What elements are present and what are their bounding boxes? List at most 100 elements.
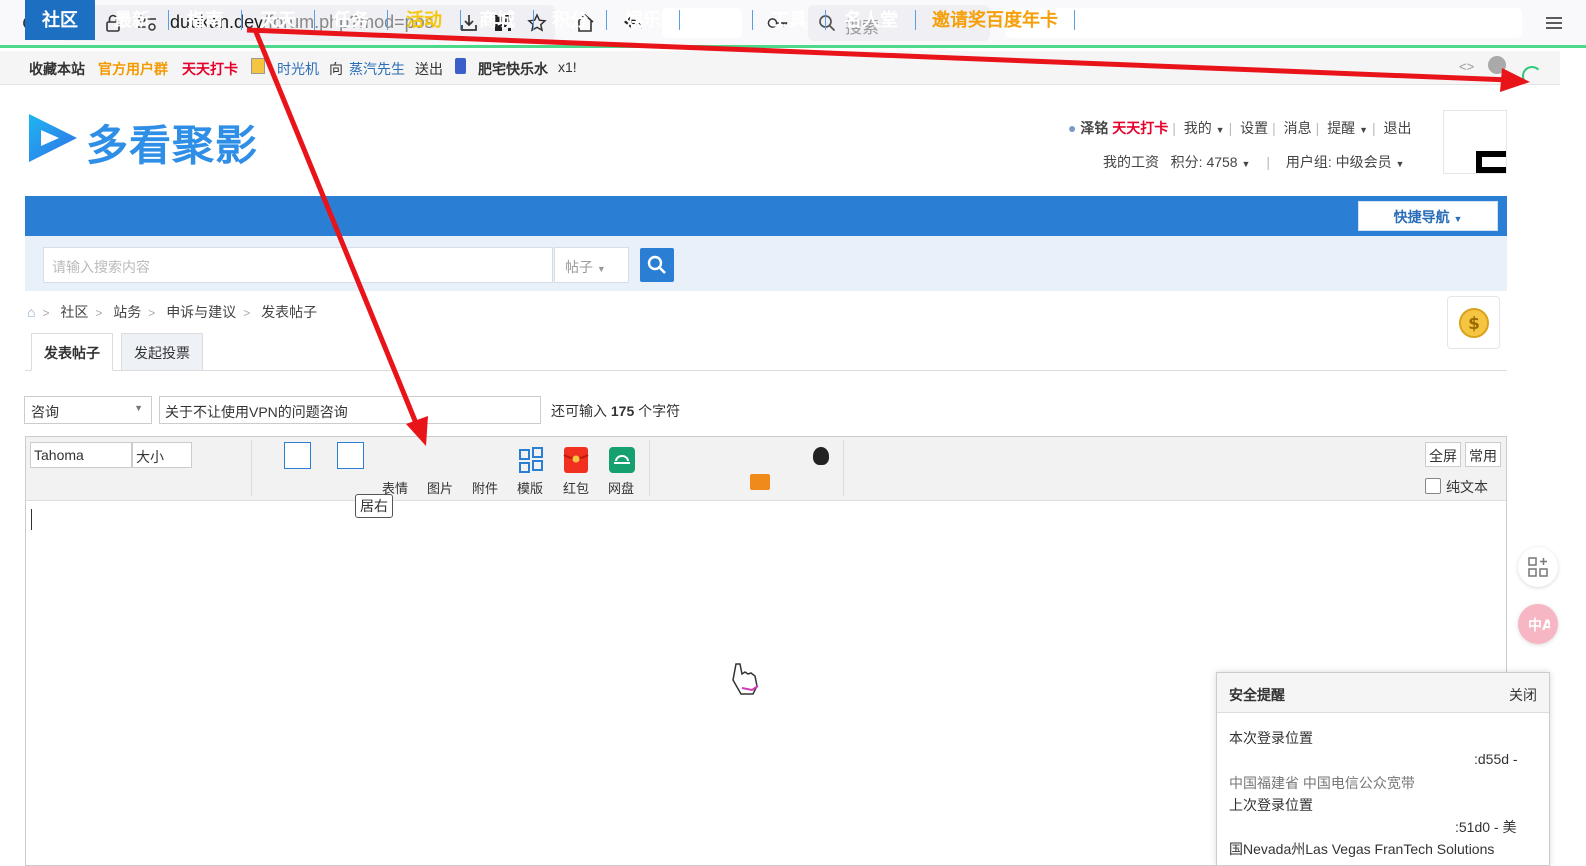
media-icon[interactable] <box>750 474 770 490</box>
toolbar-divider <box>649 440 650 496</box>
align-button[interactable] <box>284 442 311 469</box>
font-size-select[interactable]: 大小 <box>132 442 192 468</box>
nav-divider <box>533 10 534 30</box>
reminders-menu[interactable]: 提醒 <box>1327 120 1355 136</box>
tab-new-poll[interactable]: 发起投票 <box>121 333 203 371</box>
breadcrumb-site-affairs[interactable]: 站务 <box>113 304 141 320</box>
nav-item-latest[interactable]: 最新 <box>100 0 164 40</box>
plain-text-checkbox[interactable] <box>1425 478 1441 494</box>
site-top-strip: 收藏本站 官方用户群 天天打卡 时光机 向 蒸汽先生 送出 肥宅快乐水 x1! … <box>0 51 1560 85</box>
template-icon[interactable] <box>518 446 544 474</box>
subject-input[interactable]: 关于不让使用VPN的问题咨询 <box>159 396 541 424</box>
settings-link[interactable]: 设置 <box>1240 120 1268 136</box>
user-links-row2: 我的工资 积分: 4758 ▼ | 用户组: 中级会员 ▼ <box>1103 154 1405 170</box>
plain-text-label: 纯文本 <box>1446 479 1488 495</box>
svg-text:$: $ <box>1468 314 1480 334</box>
official-group-link[interactable]: 官方用户群 <box>98 59 168 79</box>
remaining-count: 175 <box>610 403 635 419</box>
search-type-select[interactable]: 帖子 ▼ <box>554 247 629 283</box>
nav-divider <box>241 10 242 30</box>
user-link-steam[interactable]: 蒸汽先生 <box>349 59 405 79</box>
last-login-label: 上次登录位置 <box>1229 797 1313 813</box>
palette-icon[interactable] <box>1488 56 1506 74</box>
nav-item-hall-of-fame[interactable]: 名人堂 <box>829 0 913 40</box>
red-packet-icon[interactable] <box>563 446 589 474</box>
category-select[interactable]: 咨询 ▼ <box>24 396 152 424</box>
gift-name: 肥宅快乐水 <box>478 61 548 77</box>
home-icon[interactable]: ⌂ <box>27 304 35 320</box>
logo-text[interactable]: 多看聚影 <box>86 112 258 173</box>
breadcrumb-community[interactable]: 社区 <box>60 304 88 320</box>
daily-checkin-link[interactable]: 天天打卡 <box>182 59 238 79</box>
nav-divider <box>752 10 753 30</box>
time-machine-link[interactable]: 时光机 <box>277 59 319 79</box>
text-caret <box>31 509 32 530</box>
nav-item-daily[interactable]: 天天 <box>245 0 311 40</box>
breadcrumb: ⌂ > 社区 > 站务 > 申诉与建议 > 发表帖子 <box>27 304 318 320</box>
nav-divider <box>606 10 607 30</box>
toolbar-divider <box>843 440 844 496</box>
red-packet-tool[interactable]: 红包 <box>563 478 589 497</box>
security-popup-title: 安全提醒 <box>1229 687 1285 703</box>
username-link[interactable]: 泽铭 <box>1080 120 1108 136</box>
logout-link[interactable]: 退出 <box>1384 120 1412 136</box>
bookmark-site-link[interactable]: 收藏本站 <box>29 59 85 79</box>
nav-item-guide[interactable]: 指南 <box>172 0 238 40</box>
cloud-drive-tool[interactable]: 网盘 <box>608 478 634 497</box>
main-nav <box>25 196 1507 236</box>
common-button[interactable]: 常用 <box>1465 442 1501 467</box>
code-icon[interactable]: <> <box>1459 59 1474 74</box>
to-text: 向 <box>329 61 343 77</box>
this-login-location: 中国福建省 中国电信公众宽带 <box>1229 775 1415 791</box>
site-search-button[interactable] <box>640 248 674 282</box>
security-popup: 安全提醒 关闭 本次登录位置 :d55d - 中国福建省 中国电信公众宽带 上次… <box>1216 672 1550 866</box>
points-menu[interactable]: 积分: 4758 <box>1171 154 1238 170</box>
loading-spinner-icon <box>1522 66 1542 86</box>
nav-item-community[interactable]: 社区 <box>25 0 95 40</box>
nav-item-tools[interactable]: 工具 <box>756 0 822 40</box>
nav-divider <box>1074 10 1075 30</box>
nav-divider <box>168 10 169 30</box>
editor-toolbar <box>26 437 1506 501</box>
attachment-tool[interactable]: 附件 <box>472 478 498 497</box>
coin-widget[interactable]: $ <box>1447 296 1500 349</box>
breadcrumb-new-post: 发表帖子 <box>261 304 318 320</box>
fullscreen-button[interactable]: 全屏 <box>1425 442 1461 467</box>
template-tool[interactable]: 模版 <box>517 478 543 497</box>
grid-add-icon[interactable] <box>1518 547 1558 587</box>
menu-icon[interactable] <box>1543 12 1565 34</box>
qq-icon[interactable] <box>813 447 829 465</box>
avatar[interactable] <box>1443 110 1507 174</box>
nav-item-tasks[interactable]: 任务 <box>318 0 384 40</box>
nav-item-home[interactable]: 回家 <box>683 0 749 40</box>
salary-link[interactable]: 我的工资 <box>1103 154 1159 170</box>
quick-nav-button[interactable]: 快捷导航 ▼ <box>1358 201 1498 231</box>
tab-underline <box>25 370 1507 371</box>
nav-item-points[interactable]: 积分 <box>537 0 603 40</box>
gift-icon <box>251 58 265 74</box>
tab-new-post[interactable]: 发表帖子 <box>31 333 113 371</box>
nav-divider <box>679 10 680 30</box>
cloud-drive-icon[interactable] <box>608 446 635 474</box>
last-login-ip: :51d0 - 美 <box>1455 819 1517 835</box>
header-checkin-link[interactable]: 天天打卡 <box>1112 120 1168 136</box>
translate-icon[interactable]: 中A <box>1518 604 1558 644</box>
nav-divider <box>387 10 388 30</box>
align-right-button[interactable] <box>337 442 364 469</box>
remaining-chars: 还可输入 175 个字符 <box>551 403 681 419</box>
my-menu[interactable]: 我的 <box>1184 120 1212 136</box>
nav-item-events[interactable]: 活动 <box>391 0 457 40</box>
security-popup-close[interactable]: 关闭 <box>1509 685 1537 705</box>
messages-link[interactable]: 消息 <box>1284 120 1312 136</box>
nav-divider <box>460 10 461 30</box>
nav-item-entertainment[interactable]: 娱乐 <box>610 0 676 40</box>
font-family-select[interactable]: Tahoma <box>30 442 132 468</box>
site-search-input[interactable]: 请输入搜索内容 <box>43 247 553 283</box>
nav-item-invite-reward[interactable]: 邀请奖百度年卡 <box>920 0 1070 40</box>
image-tool[interactable]: 图片 <box>427 478 453 497</box>
nav-item-shop[interactable]: 商城 <box>464 0 530 40</box>
gift-count: x1! <box>558 59 577 75</box>
breadcrumb-appeals[interactable]: 申诉与建议 <box>166 304 236 320</box>
usergroup-menu[interactable]: 用户组: 中级会员 <box>1286 154 1392 170</box>
sent-text: 送出 <box>415 61 443 77</box>
